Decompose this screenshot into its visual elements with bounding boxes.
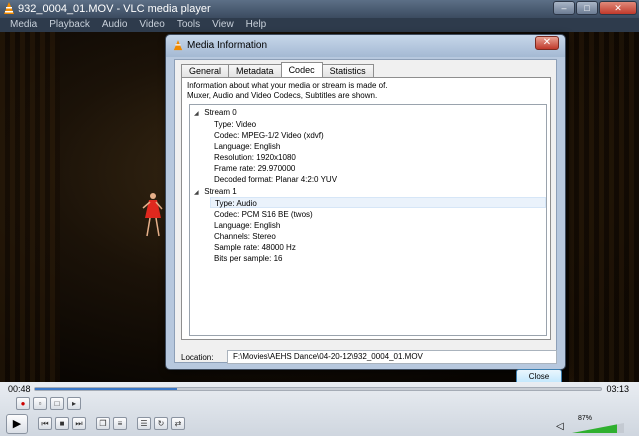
dialog-title: Media Information [187, 40, 268, 51]
elapsed-time: 00:48 [8, 384, 31, 394]
stream-property[interactable]: Decoded format: Planar 4:2:0 YUV [214, 174, 337, 185]
tree-item-stream-0[interactable]: ◢ Stream 0 [194, 107, 237, 118]
stream-property[interactable]: Language: English [214, 141, 280, 152]
stream-property[interactable]: Resolution: 1920x1080 [214, 152, 296, 163]
window-close-button[interactable]: ✕ [599, 1, 637, 15]
tab-metadata[interactable]: Metadata [228, 64, 282, 77]
stream-name: Stream 1 [204, 187, 237, 196]
dialog-close-icon[interactable]: ✕ [535, 36, 559, 50]
menu-view[interactable]: View [212, 18, 234, 32]
menu-media[interactable]: Media [10, 18, 37, 32]
tab-general[interactable]: General [181, 64, 230, 77]
player-controls: 00:48 03:13 ● ▫ □ ▸ ▶ ⏮ ■ ⏭ ❐ ≡ ☰ ↻ ⇄ ◁ … [0, 382, 639, 436]
loop-ab-button[interactable]: □ [50, 397, 64, 410]
stream-property[interactable]: Frame rate: 29.970000 [214, 163, 295, 174]
tab-statistics[interactable]: Statistics [321, 64, 374, 77]
media-information-dialog: Media Information ✕ General Metadata Cod… [165, 34, 566, 385]
codec-panel: Information about what your media or str… [181, 77, 551, 340]
stop-button[interactable]: ■ [55, 417, 69, 430]
snapshot-button[interactable]: ▫ [33, 397, 47, 410]
menu-audio[interactable]: Audio [102, 18, 128, 32]
window-titlebar: 932_0004_01.MOV - VLC media player – □ ✕ [0, 0, 639, 18]
menu-video[interactable]: Video [139, 18, 164, 32]
record-button[interactable]: ● [16, 397, 30, 410]
stream-property[interactable]: Language: English [214, 220, 280, 231]
codec-description: Information about what your media or str… [187, 81, 388, 101]
expand-arrow-icon[interactable]: ◢ [194, 109, 202, 120]
play-button[interactable]: ▶ [6, 414, 28, 434]
extended-settings-button[interactable]: ≡ [113, 417, 127, 430]
description-line: Muxer, Audio and Video Codecs, Subtitles… [187, 91, 378, 100]
stream-property[interactable]: Channels: Stereo [214, 231, 276, 242]
maximize-button[interactable]: □ [576, 1, 598, 15]
frame-step-button[interactable]: ▸ [67, 397, 81, 410]
stream-property-selected[interactable]: Type: Audio [210, 197, 546, 208]
vlc-cone-icon [173, 40, 183, 51]
vlc-cone-icon [4, 2, 14, 14]
seek-progress [35, 388, 177, 390]
loop-button[interactable]: ↻ [154, 417, 168, 430]
location-field[interactable]: F:\Movies\AEHS Dance\04-20-12\932_0004_0… [227, 350, 557, 364]
fullscreen-button[interactable]: ❐ [96, 417, 110, 430]
volume-percentage: 87% [578, 415, 593, 422]
stream-property[interactable]: Bits per sample: 16 [214, 253, 282, 264]
curtain-right [569, 32, 639, 382]
location-label: Location: [181, 353, 214, 362]
tree-item-stream-1[interactable]: ◢ Stream 1 [194, 186, 237, 197]
stream-tree[interactable]: ◢ Stream 0 Type: Video Codec: MPEG-1/2 V… [189, 104, 547, 336]
volume-level [572, 423, 618, 433]
dialog-body: General Metadata Codec Statistics Inform… [174, 59, 562, 385]
stream-property[interactable]: Codec: PCM S16 BE (twos) [214, 209, 313, 220]
volume-slider[interactable] [572, 423, 624, 433]
stream-property[interactable]: Type: Video [214, 119, 256, 130]
total-time: 03:13 [606, 384, 629, 394]
curtain-left [0, 32, 60, 382]
dancer-figure [142, 193, 163, 237]
window-title: 932_0004_01.MOV - VLC media player [18, 3, 211, 15]
minimize-button[interactable]: – [553, 1, 575, 15]
menu-help[interactable]: Help [246, 18, 267, 32]
expand-arrow-icon[interactable]: ◢ [194, 188, 202, 199]
playlist-button[interactable]: ☰ [137, 417, 151, 430]
dialog-titlebar: Media Information ✕ [166, 35, 565, 57]
stream-property[interactable]: Sample rate: 48000 Hz [214, 242, 296, 253]
seek-slider[interactable] [34, 387, 602, 391]
previous-button[interactable]: ⏮ [38, 417, 52, 430]
tab-codec[interactable]: Codec [280, 62, 323, 77]
description-line: Information about what your media or str… [187, 81, 388, 90]
stream-name: Stream 0 [204, 108, 237, 117]
menubar: Media Playback Audio Video Tools View He… [0, 18, 639, 32]
speaker-icon[interactable]: ◁ [556, 421, 564, 432]
shuffle-button[interactable]: ⇄ [171, 417, 185, 430]
next-button[interactable]: ⏭ [72, 417, 86, 430]
menu-tools[interactable]: Tools [177, 18, 200, 32]
menu-playback[interactable]: Playback [49, 18, 90, 32]
stream-property[interactable]: Codec: MPEG-1/2 Video (xdvf) [214, 130, 324, 141]
tab-bar: General Metadata Codec Statistics [181, 62, 374, 77]
